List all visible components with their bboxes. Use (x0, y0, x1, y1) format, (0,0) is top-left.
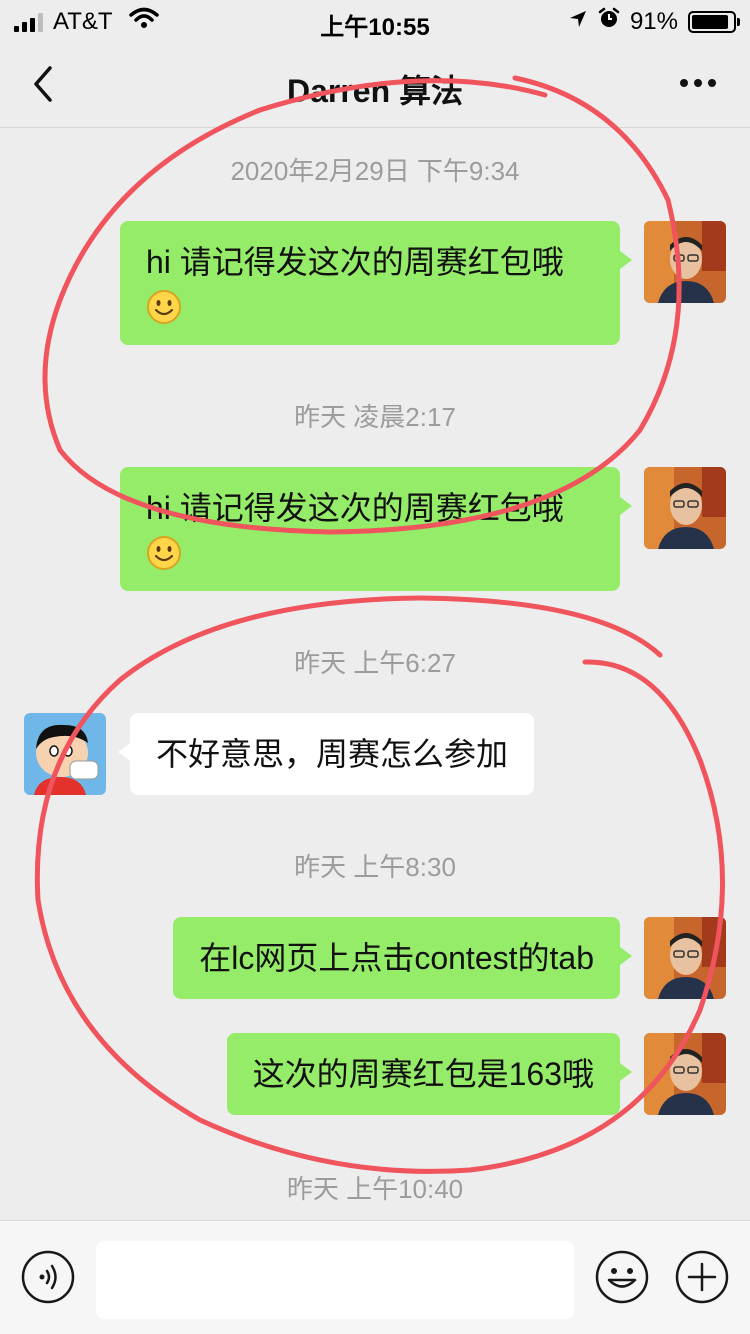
battery-icon (688, 10, 740, 33)
message-list[interactable]: 2020年2月29日 下午9:34 hi 请记得发这次的周赛红包哦 昨天 凌晨2… (0, 129, 750, 1220)
smiley-emoji-icon (147, 289, 181, 324)
message-bubble-sent[interactable]: hi 请记得发这次的周赛红包哦 (120, 467, 632, 591)
avatar-self[interactable] (644, 221, 726, 303)
chat-header: Darren 算法 (0, 40, 750, 128)
timestamp: 2020年2月29日 下午9:34 (230, 156, 520, 186)
more-button[interactable] (676, 68, 720, 98)
timestamp: 昨天 上午8:30 (294, 852, 456, 882)
status-right: 91% (568, 7, 740, 36)
avatar-self[interactable] (644, 467, 726, 549)
message-text: hi 请记得发这次的周赛红包哦 (146, 490, 564, 526)
avatar-self[interactable] (644, 1033, 726, 1115)
message-bubble-sent[interactable]: hi 请记得发这次的周赛红包哦 (120, 221, 632, 345)
emoji-button[interactable] (594, 1249, 650, 1305)
message-bubble-sent[interactable]: 这次的周赛红包是163哦 (226, 1033, 633, 1115)
avatar-contact[interactable] (24, 713, 106, 795)
timestamp: 昨天 上午6:27 (294, 648, 456, 678)
alarm-icon (598, 7, 620, 36)
battery-percent: 91% (629, 7, 678, 35)
voice-icon (21, 1250, 75, 1304)
status-bar: AT&T 上午10:55 91% (0, 0, 750, 41)
more-dots-icon (680, 79, 716, 87)
chat-title: Darren 算法 (286, 73, 464, 109)
message-text: 不好意思，周赛怎么参加 (156, 736, 509, 772)
avatar-self[interactable] (644, 917, 726, 999)
message-text: 这次的周赛红包是163哦 (252, 1056, 594, 1092)
voice-button[interactable] (20, 1249, 76, 1305)
smiley-emoji-icon (147, 535, 181, 570)
add-button[interactable] (674, 1249, 730, 1305)
message-bubble-sent[interactable]: 在lc网页上点击contest的tab (173, 917, 632, 999)
timestamp: 昨天 上午10:40 (286, 1174, 464, 1204)
input-bar (0, 1220, 750, 1334)
message-text: 在lc网页上点击contest的tab (199, 940, 594, 976)
timestamp: 昨天 凌晨2:17 (294, 402, 456, 432)
message-input[interactable] (96, 1241, 574, 1319)
plus-icon (675, 1250, 729, 1304)
message-bubble-received[interactable]: 不好意思，周赛怎么参加 (117, 713, 535, 795)
location-icon (568, 8, 588, 36)
emoji-icon (595, 1250, 649, 1304)
message-text: hi 请记得发这次的周赛红包哦 (146, 244, 564, 280)
